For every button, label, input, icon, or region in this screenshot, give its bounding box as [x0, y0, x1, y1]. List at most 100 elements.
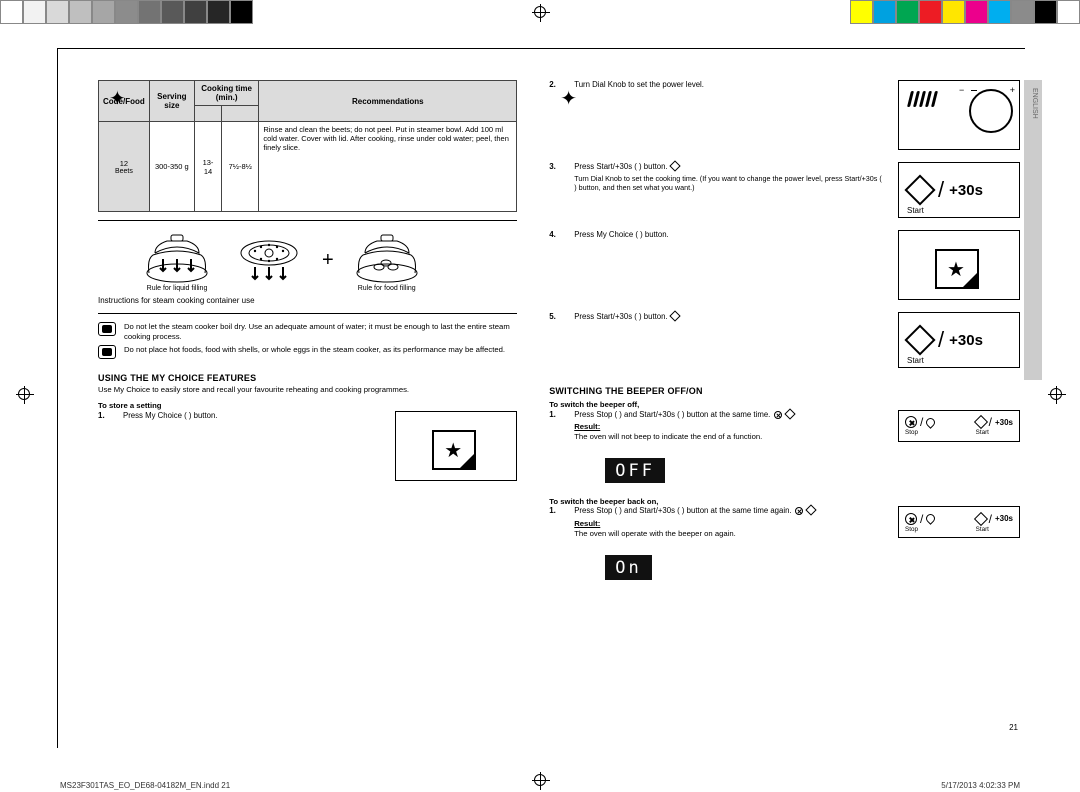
steamer-tray-icon [233, 233, 305, 289]
stop-icon [905, 513, 917, 525]
steamer-pot-icon [141, 229, 213, 285]
th-serving: Serving size [149, 81, 194, 122]
step-number: 5. [549, 312, 560, 321]
step-number: 1. [549, 506, 560, 515]
figure-caption: Rule for liquid filling [138, 285, 216, 292]
key-icon [924, 416, 937, 429]
stop-icon [905, 416, 917, 428]
registration-mark-icon [1050, 388, 1062, 400]
tip-row: Do not let the steam cooker boil dry. Us… [98, 322, 517, 341]
figure-liquid-fill: Rule for liquid filling [138, 229, 216, 292]
tip-row: Do not place hot foods, food with shells… [98, 345, 517, 359]
slash-icon: / [938, 177, 944, 203]
right-column: 2. Turn Dial Knob to set the power level… [549, 80, 1020, 730]
slash-icon: / [989, 512, 992, 526]
panel-my-choice: ★ [898, 230, 1020, 300]
print-footer: MS23F301TAS_EO_DE68-04182M_EN.indd 21 5/… [60, 781, 1020, 790]
step-text: Press My Choice ( ) button. ✦ [574, 230, 884, 240]
plus30-label: +30s [949, 332, 983, 349]
start-icon [805, 505, 816, 516]
favourite-button-graphic: ★ [935, 249, 979, 289]
slash-icon: / [989, 415, 992, 429]
start-diamond-icon [904, 174, 935, 205]
beeper-heading: SWITCHING THE BEEPER OFF/ON [549, 386, 1020, 396]
stop-icon [774, 411, 782, 419]
tip-text: Do not let the steam cooker boil dry. Us… [124, 322, 517, 341]
step-text-inner: Press My Choice ( ) button. [574, 230, 668, 239]
start-label: Start [976, 526, 1013, 533]
steamer-pot-food-icon [351, 229, 423, 285]
cell-time1: 13-14 [194, 122, 221, 212]
cell-serving: 300-350 g [149, 122, 194, 212]
result-text: The oven will operate with the beeper on… [574, 529, 736, 538]
step-note: Turn Dial Knob to set the cooking time. … [574, 174, 884, 193]
th-time-1 [194, 106, 221, 122]
favourite-icon: ✦ [560, 86, 577, 112]
start-label: Start [907, 206, 924, 215]
code-value: 12 [103, 159, 145, 168]
step-text: Press Stop ( ) and Start/+30s ( ) button… [574, 410, 884, 442]
side-language-tab: ENGLISH [1024, 80, 1042, 380]
dial-minus-icon: − [959, 85, 964, 95]
figure-insert [230, 233, 308, 289]
result-text: The oven will not beep to indicate the e… [574, 432, 762, 441]
heat-icon [909, 91, 941, 111]
cell-code: 12 Beets [99, 122, 150, 212]
th-rec: Recommendations [259, 81, 517, 122]
step-text-inner: Press Start/+30s ( ) button. [574, 162, 667, 171]
page-number: 21 [1009, 723, 1018, 732]
star-icon: ★ [444, 438, 462, 463]
tip-text: Do not place hot foods, food with shells… [124, 345, 505, 355]
footer-timestamp: 5/17/2013 4:02:33 PM [941, 781, 1020, 790]
panel-start: / +30s Start [898, 162, 1020, 218]
step-text-inner: Press My Choice ( ) button. [123, 411, 217, 420]
microwave-note-icon [98, 322, 116, 336]
start-diamond-icon [974, 415, 988, 429]
stop-label: Stop [905, 429, 935, 436]
cooking-table: Code/Food Serving size Cooking time (min… [98, 80, 517, 212]
step-number: 4. [549, 230, 560, 239]
stop-label: Stop [905, 526, 935, 533]
start-icon [784, 408, 795, 419]
start-icon [669, 160, 680, 171]
stop-icon [795, 507, 803, 515]
cell-rec: Rinse and clean the beets; do not peel. … [259, 122, 517, 212]
th-time: Cooking time (min.) [194, 81, 258, 106]
start-icon [669, 310, 680, 321]
figure-caption: Rule for food filling [348, 285, 426, 292]
favourite-button-graphic: ★ [432, 430, 476, 470]
plus30-label: +30s [995, 514, 1013, 523]
step-text-inner: Press Stop ( ) and Start/+30s ( ) button… [574, 506, 791, 515]
step-text: Press My Choice ( ) button. ✦ [123, 411, 381, 421]
side-language-label: ENGLISH [1031, 88, 1038, 119]
panel-stop-start: / Stop / +30s Start [898, 410, 1020, 442]
plus30-label: +30s [995, 418, 1013, 427]
figure-row: Rule for liquid filling + [138, 229, 511, 292]
dial-knob-icon [969, 89, 1013, 133]
plus-icon: + [322, 249, 334, 272]
step-number: 1. [98, 411, 109, 420]
favourite-icon: ✦ [109, 86, 126, 112]
display-off: OFF [605, 458, 665, 483]
result-label: Result: [574, 519, 884, 529]
th-time-2 [222, 106, 259, 122]
footer-filename: MS23F301TAS_EO_DE68-04182M_EN.indd 21 [60, 781, 230, 790]
star-icon: ★ [947, 257, 965, 282]
step-text: Press Start/+30s ( ) button. [574, 312, 884, 322]
plus30-label: +30s [949, 182, 983, 199]
registration-mark-icon [18, 388, 30, 400]
start-diamond-icon [974, 512, 988, 526]
step-number: 2. [549, 80, 560, 89]
start-label: Start [976, 429, 1013, 436]
slash-icon: / [920, 512, 923, 526]
panel-start: / +30s Start [898, 312, 1020, 368]
microwave-note-icon [98, 345, 116, 359]
slash-icon: / [938, 327, 944, 353]
dial-plus-icon: + [1010, 85, 1015, 95]
my-choice-intro: Use My Choice to easily store and recall… [98, 385, 517, 395]
beeper-off-heading: To switch the beeper off, [549, 400, 1020, 410]
figure-food-fill: Rule for food filling [348, 229, 426, 292]
step-number: 1. [549, 410, 560, 419]
display-on: On [605, 555, 651, 580]
key-icon [924, 513, 937, 526]
